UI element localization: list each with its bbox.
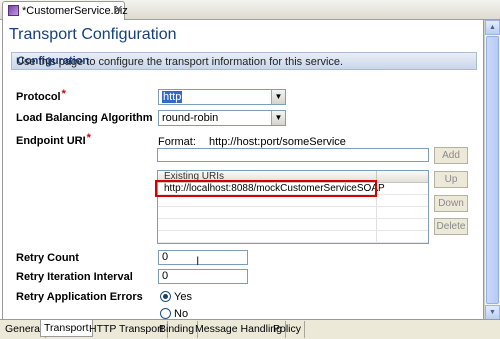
radio-yes[interactable] xyxy=(160,291,171,302)
chevron-down-icon[interactable]: ▼ xyxy=(271,90,285,104)
uri-cell: http://localhost:8088/mockCustomerServic… xyxy=(164,183,385,194)
table-row[interactable]: http://localhost:8088/mockCustomerServic… xyxy=(158,183,428,195)
existing-uris-table[interactable]: Existing URIs http://localhost:8088/mock… xyxy=(157,170,429,244)
business-service-icon xyxy=(8,5,19,16)
scroll-down-icon[interactable]: ▼ xyxy=(485,305,500,320)
editor-tab-title: *CustomerService.biz xyxy=(22,5,128,17)
page-title: Transport Configuration xyxy=(9,26,177,43)
column-header-existing-uris: Existing URIs xyxy=(164,171,225,182)
load-balancing-select[interactable]: round-robin ▼ xyxy=(158,110,286,126)
load-balancing-label: Load Balancing Algorithm xyxy=(16,112,153,124)
retry-interval-input[interactable]: 0 xyxy=(158,269,248,284)
protocol-value: http xyxy=(162,91,183,103)
table-row-empty xyxy=(158,219,428,231)
tab-policy[interactable]: Policy xyxy=(270,321,306,338)
table-row-empty xyxy=(158,195,428,207)
retry-count-label: Retry Count xyxy=(16,252,79,264)
retry-interval-value: 0 xyxy=(162,270,169,282)
radio-yes-label[interactable]: Yes xyxy=(174,291,192,303)
table-row-empty xyxy=(158,207,428,219)
scroll-up-icon[interactable]: ▲ xyxy=(485,20,500,35)
tab-transport[interactable]: Transport xyxy=(40,320,93,337)
retry-interval-label: Retry Iteration Interval xyxy=(16,271,133,283)
bottom-tab-bar: General Transport HTTP Transport Binding… xyxy=(0,319,500,339)
required-marker: * xyxy=(86,132,91,144)
radio-no[interactable] xyxy=(160,308,171,319)
required-marker: * xyxy=(61,88,66,100)
chevron-down-icon[interactable]: ▼ xyxy=(271,111,285,125)
editor-tab[interactable]: *CustomerService.biz ✕ xyxy=(2,1,128,20)
add-button[interactable]: Add xyxy=(434,147,468,164)
up-button[interactable]: Up xyxy=(434,171,468,188)
protocol-select[interactable]: http ▼ xyxy=(158,89,286,105)
delete-button[interactable]: Delete xyxy=(434,218,468,235)
scrollbar-thumb[interactable] xyxy=(486,36,499,304)
section-description: Use this page to configure the transport… xyxy=(16,56,344,68)
text-cursor-icon: I xyxy=(196,254,200,268)
load-balancing-value: round-robin xyxy=(162,112,219,124)
table-row-empty xyxy=(158,231,428,243)
format-label: Format: xyxy=(158,136,196,148)
close-icon[interactable]: ✕ xyxy=(114,3,123,16)
format-hint: Format: http://host:port/someService xyxy=(158,136,346,148)
endpoint-uri-input[interactable] xyxy=(157,148,429,162)
retry-count-value: 0 xyxy=(162,251,169,263)
editor-tab-bar: *CustomerService.biz ✕ xyxy=(0,0,500,20)
endpoint-uri-label: Endpoint URI* xyxy=(16,132,91,147)
down-button[interactable]: Down xyxy=(434,195,468,212)
retry-count-input[interactable]: 0 xyxy=(158,250,248,265)
retry-app-errors-label: Retry Application Errors xyxy=(16,291,143,303)
vertical-scrollbar[interactable]: ▲ ▼ xyxy=(484,20,500,320)
table-header[interactable]: Existing URIs xyxy=(158,171,428,183)
protocol-label: Protocol* xyxy=(16,88,66,103)
format-value: http://host:port/someService xyxy=(208,136,346,148)
